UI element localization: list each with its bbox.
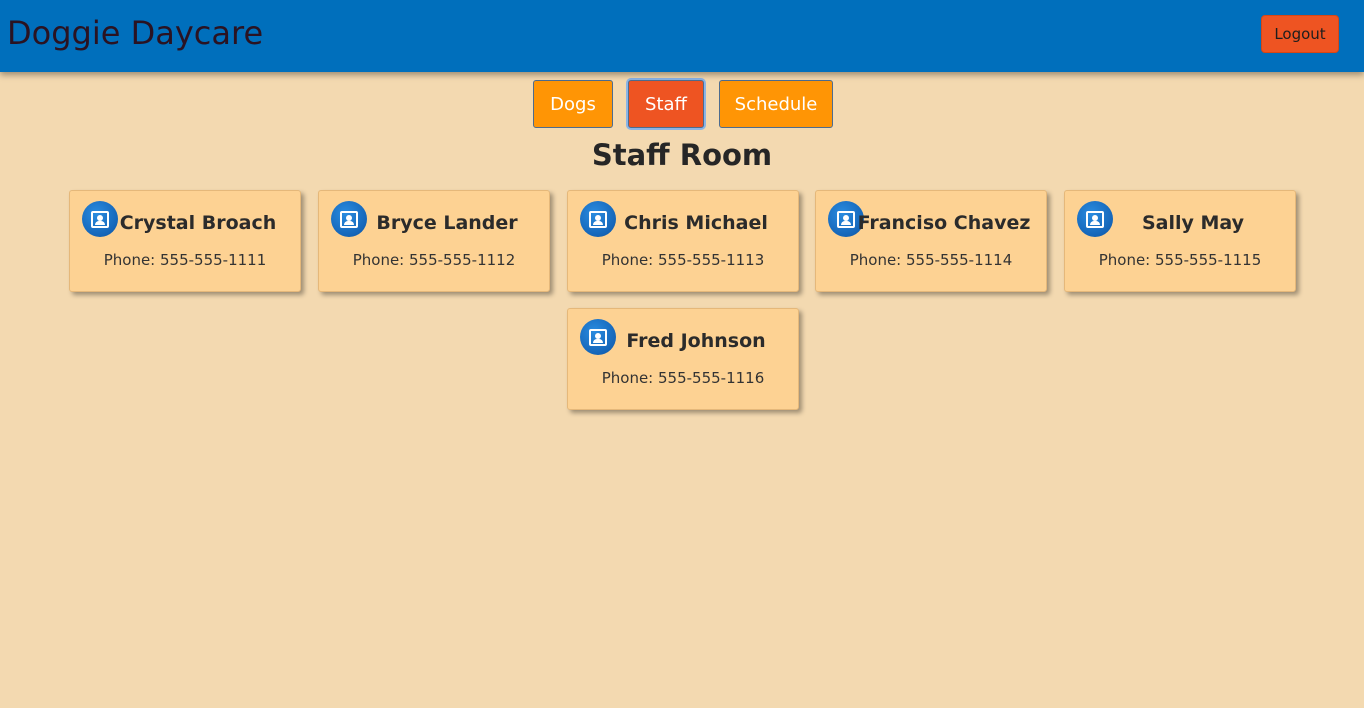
staff-name: Chris Michael — [624, 212, 768, 234]
staff-phone: Phone: 555-555-1115 — [1098, 251, 1262, 269]
staff-phone: Phone: 555-555-1116 — [601, 369, 765, 387]
app-title: Doggie Daycare — [7, 14, 264, 52]
tab-schedule[interactable]: Schedule — [719, 80, 833, 128]
staff-card: Chris Michael Phone: 555-555-1113 — [567, 190, 799, 292]
staff-card: Fred Johnson Phone: 555-555-1116 — [567, 308, 799, 410]
staff-phone: Phone: 555-555-1111 — [103, 251, 267, 269]
staff-name: Fred Johnson — [626, 330, 766, 352]
tab-staff[interactable]: Staff — [628, 80, 704, 128]
tab-dogs[interactable]: Dogs — [533, 80, 613, 128]
staff-phone: Phone: 555-555-1113 — [601, 251, 765, 269]
page-title: Staff Room — [591, 138, 773, 172]
staff-card: Bryce Lander Phone: 555-555-1112 — [318, 190, 550, 292]
staff-name: Sally May — [1141, 212, 1245, 234]
staff-card: Sally May Phone: 555-555-1115 — [1064, 190, 1296, 292]
staff-phone: Phone: 555-555-1114 — [849, 251, 1013, 269]
staff-phone: Phone: 555-555-1112 — [352, 251, 516, 269]
staff-card: Franciso Chavez Phone: 555-555-1114 — [815, 190, 1047, 292]
staff-card: Crystal Broach Phone: 555-555-1111 — [69, 190, 301, 292]
app-header: Doggie Daycare Logout — [0, 0, 1364, 72]
staff-name: Franciso Chavez — [857, 212, 1031, 234]
staff-name: Bryce Lander — [376, 212, 518, 234]
staff-name: Crystal Broach — [119, 212, 277, 234]
nav-bar: Dogs Staff Schedule — [0, 80, 1364, 128]
logout-button[interactable]: Logout — [1261, 15, 1339, 53]
